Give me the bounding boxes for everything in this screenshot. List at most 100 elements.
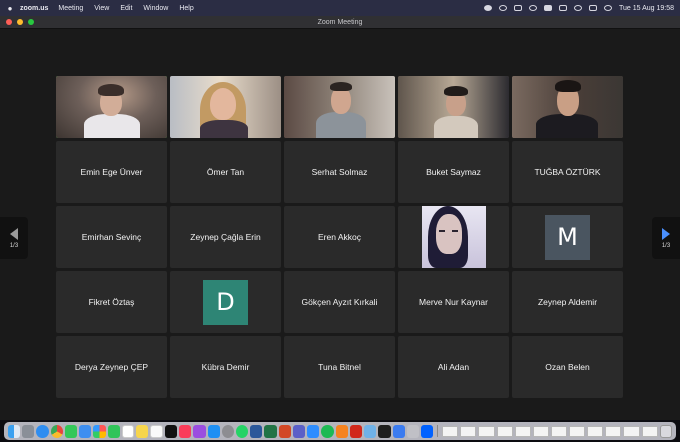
participant-name: Zeynep Aldemir	[537, 297, 598, 307]
participant-tile[interactable]: Eren Akkoç	[284, 206, 395, 268]
menu-clock[interactable]: Tue 15 Aug 19:58	[619, 5, 674, 12]
minimized-window[interactable]	[496, 425, 513, 437]
video-feed	[56, 76, 167, 138]
vlc-icon[interactable]	[335, 424, 348, 438]
facetime-icon[interactable]	[107, 424, 120, 438]
minimized-window[interactable]	[569, 425, 586, 437]
preview-icon[interactable]	[364, 424, 377, 438]
minimized-window[interactable]	[442, 425, 459, 437]
photos-icon[interactable]	[93, 424, 106, 438]
safari-icon[interactable]	[36, 424, 49, 438]
close-window-button[interactable]	[6, 19, 12, 25]
launchpad-icon[interactable]	[22, 424, 35, 438]
video-tile-active-speaker[interactable]	[56, 76, 167, 138]
participant-tile[interactable]: Kübra Demir	[170, 336, 281, 398]
spotify-icon[interactable]	[321, 424, 334, 438]
control-center-icon[interactable]	[588, 5, 597, 11]
powerpoint-icon[interactable]	[278, 424, 291, 438]
video-tile[interactable]	[512, 76, 623, 138]
reminders-icon[interactable]	[150, 424, 163, 438]
gallery-view: 1/3 Emin Ege Ünver Ömer Tan Serhat Solma…	[0, 30, 680, 420]
terminal-icon[interactable]	[378, 424, 391, 438]
previous-page-button[interactable]: 1/3	[0, 217, 28, 259]
search-icon[interactable]	[603, 5, 612, 11]
participant-tile[interactable]: TUĞBA ÖZTÜRK	[512, 141, 623, 203]
participant-tile[interactable]	[398, 206, 509, 268]
window-titlebar: Zoom Meeting	[0, 16, 680, 29]
screen-status-icon[interactable]	[513, 5, 522, 11]
participant-tile[interactable]: Merve Nur Kaynar	[398, 271, 509, 333]
minimized-window[interactable]	[550, 425, 568, 437]
zoom-window-button[interactable]	[28, 19, 34, 25]
next-page-button[interactable]: 1/3	[652, 217, 680, 259]
participant-tile[interactable]: D	[170, 271, 281, 333]
participant-tile[interactable]: Serhat Solmaz	[284, 141, 395, 203]
minimized-window[interactable]	[605, 425, 622, 437]
video-tile[interactable]	[284, 76, 395, 138]
minimized-window[interactable]	[623, 425, 640, 437]
calendar-icon[interactable]	[121, 424, 135, 438]
keyboard-icon[interactable]	[543, 5, 552, 11]
video-tile[interactable]	[398, 76, 509, 138]
appstore-icon[interactable]	[207, 424, 220, 438]
acrobat-icon[interactable]	[349, 424, 363, 438]
word-icon[interactable]	[250, 424, 263, 438]
settings-icon[interactable]	[221, 424, 234, 438]
desktop: ● zoom.us Meeting View Edit Window Help …	[0, 0, 680, 442]
participant-tile[interactable]: Ömer Tan	[170, 141, 281, 203]
excel-icon[interactable]	[264, 424, 277, 438]
music-icon[interactable]	[179, 424, 192, 438]
dock	[4, 422, 676, 440]
menu-meeting[interactable]: Meeting	[58, 5, 83, 12]
participant-tile[interactable]: Tuna Bitnel	[284, 336, 395, 398]
bluetooth-icon[interactable]	[528, 5, 537, 11]
appletv-icon[interactable]	[164, 424, 178, 438]
participant-tile[interactable]: Emirhan Sevinç	[56, 206, 167, 268]
minimized-window[interactable]	[587, 425, 604, 437]
chrome-icon[interactable]	[50, 424, 63, 438]
minimize-window-button[interactable]	[17, 19, 23, 25]
participant-name: Kübra Demir	[201, 362, 250, 372]
wifi-icon[interactable]	[573, 5, 582, 11]
participant-name: Emirhan Sevinç	[81, 232, 142, 242]
trash-icon[interactable]	[659, 424, 673, 438]
menu-app-name[interactable]: zoom.us	[20, 5, 48, 12]
participant-tile[interactable]: Ali Adan	[398, 336, 509, 398]
minimized-window[interactable]	[641, 425, 658, 437]
minimized-window[interactable]	[478, 425, 495, 437]
video-tile[interactable]	[170, 76, 281, 138]
mail-icon[interactable]	[79, 424, 92, 438]
menu-edit[interactable]: Edit	[120, 5, 132, 12]
dropbox-icon[interactable]	[421, 424, 434, 438]
participant-tile[interactable]: Emin Ege Ünver	[56, 141, 167, 203]
participant-tile[interactable]: Derya Zeynep ÇEP	[56, 336, 167, 398]
bluetooth-app-icon[interactable]	[392, 424, 405, 438]
zoom-icon[interactable]	[307, 424, 320, 438]
participant-name: Buket Saymaz	[426, 167, 481, 177]
teams-icon[interactable]	[292, 424, 306, 438]
whatsapp-icon[interactable]	[236, 424, 249, 438]
zoom-status-icon[interactable]	[498, 5, 507, 11]
participant-tile[interactable]: Zeynep Çağla Erin	[170, 206, 281, 268]
menu-window[interactable]: Window	[143, 5, 168, 12]
participant-tile[interactable]: Ozan Belen	[512, 336, 623, 398]
minimized-window[interactable]	[460, 425, 477, 437]
messages-icon[interactable]	[64, 424, 78, 438]
menu-view[interactable]: View	[94, 5, 109, 12]
finder-icon[interactable]	[8, 424, 21, 438]
participant-tile[interactable]: Gökçen Ayzıt Kırkali	[284, 271, 395, 333]
participant-name: TUĞBA ÖZTÜRK	[534, 167, 601, 177]
minimized-window[interactable]	[532, 425, 549, 437]
participant-tile[interactable]: Buket Saymaz	[398, 141, 509, 203]
podcasts-icon[interactable]	[193, 424, 206, 438]
battery-icon[interactable]	[558, 5, 567, 11]
record-status-icon[interactable]	[483, 5, 492, 11]
minimized-window[interactable]	[514, 425, 531, 437]
participant-tile[interactable]: Zeynep Aldemir	[512, 271, 623, 333]
utility-icon[interactable]	[406, 424, 420, 438]
notes-icon[interactable]	[136, 424, 149, 438]
apple-icon[interactable]: ●	[0, 4, 20, 13]
participant-tile[interactable]: M	[512, 206, 623, 268]
participant-tile[interactable]: Fikret Öztaş	[56, 271, 167, 333]
menu-help[interactable]: Help	[179, 5, 193, 12]
